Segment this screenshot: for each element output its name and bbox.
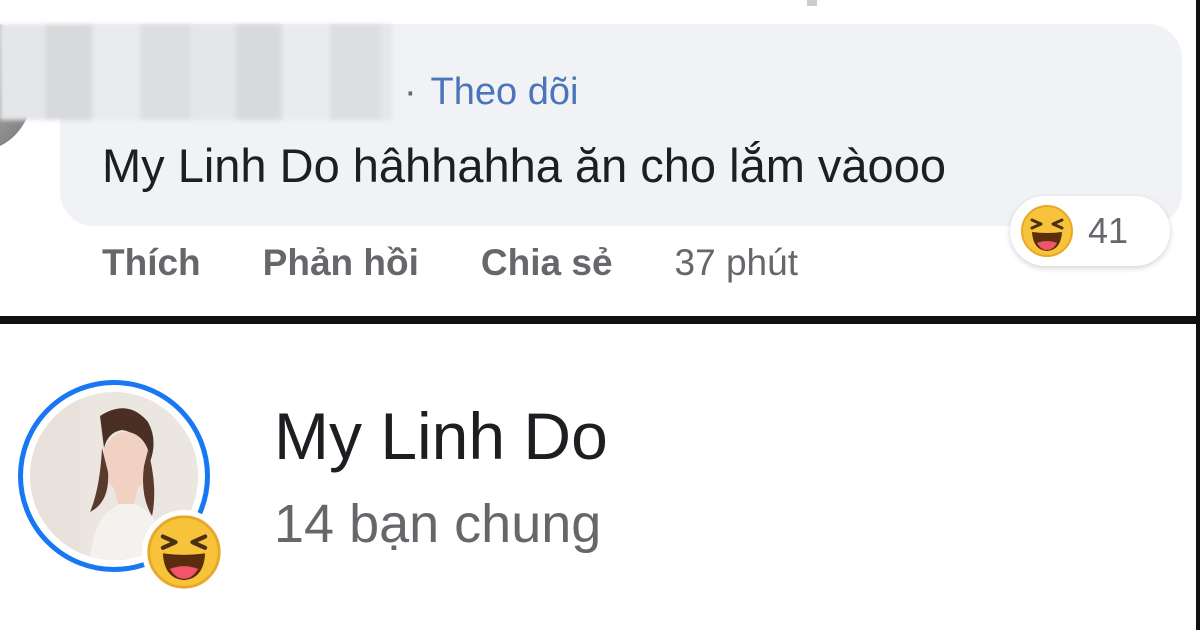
- share-button[interactable]: Chia sẻ: [481, 242, 613, 284]
- mutual-friends-count[interactable]: 14 bạn chung: [274, 494, 601, 554]
- profile-card: My Linh Do 14 bạn chung: [0, 324, 1200, 630]
- blurred-commenter-name: [0, 24, 392, 120]
- reaction-count: 41: [1088, 210, 1129, 251]
- haha-reaction-icon: [1021, 205, 1073, 257]
- follow-link[interactable]: Theo dõi: [431, 71, 579, 113]
- divider: [1196, 0, 1200, 630]
- mention-link[interactable]: My Linh Do: [102, 139, 340, 192]
- haha-reaction-icon: [147, 515, 221, 589]
- profile-name[interactable]: My Linh Do: [274, 400, 608, 472]
- divider: [807, 0, 817, 6]
- follow-row: · Theo dõi: [404, 70, 578, 114]
- profile-reaction-badge: [142, 510, 226, 594]
- reply-button[interactable]: Phản hồi: [263, 242, 419, 284]
- reaction-summary[interactable]: 41: [1010, 196, 1170, 266]
- divider: [0, 316, 1200, 324]
- comment-timestamp[interactable]: 37 phút: [675, 242, 798, 284]
- follow-separator: ·: [404, 71, 417, 113]
- comment-actions: Thích Phản hồi Chia sẻ 37 phút: [102, 238, 798, 288]
- comment-text: My Linh Do hâhhahha ăn cho lắm vàooo: [102, 140, 946, 192]
- comment-body: hâhhahha ăn cho lắm vàooo: [339, 139, 946, 192]
- like-button[interactable]: Thích: [102, 242, 201, 284]
- comment-panel: · Theo dõi My Linh Do hâhhahha ăn cho lắ…: [0, 0, 1200, 316]
